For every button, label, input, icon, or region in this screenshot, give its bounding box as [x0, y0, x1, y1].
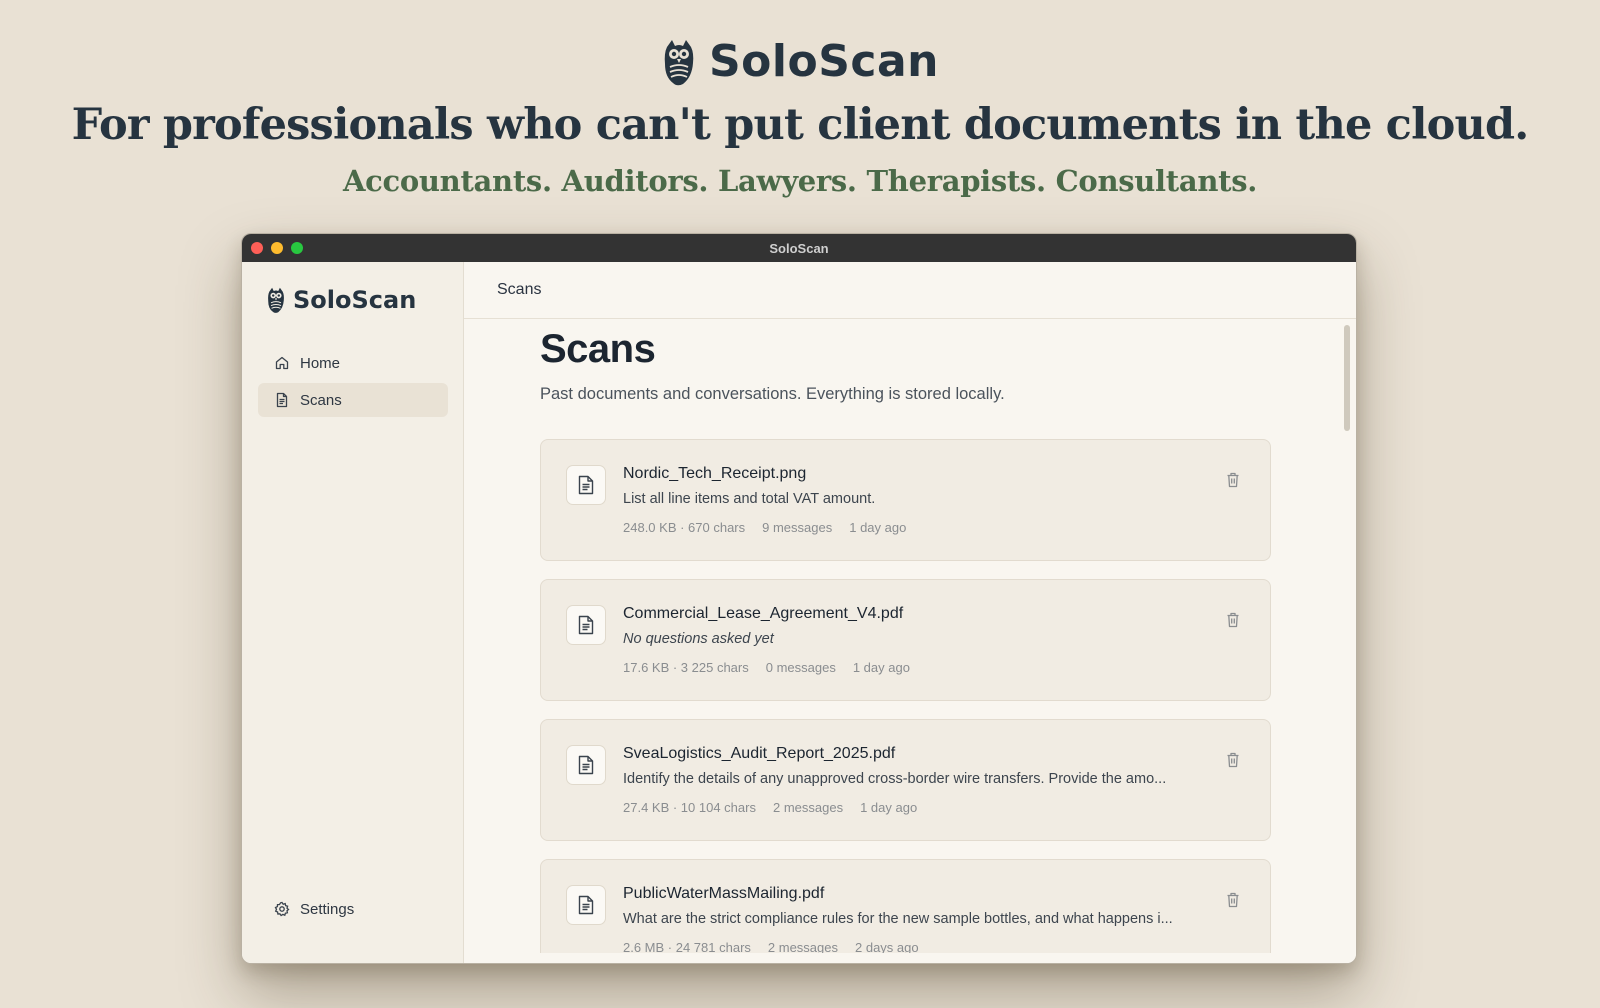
- scan-card[interactable]: SveaLogistics_Audit_Report_2025.pdf Iden…: [540, 719, 1271, 841]
- sidebar-item-scans[interactable]: Scans: [258, 383, 448, 417]
- scan-meta: 17.6 KB · 3 225 chars 0 messages 1 day a…: [623, 660, 910, 675]
- trash-icon[interactable]: [1226, 612, 1240, 628]
- scan-size: 248.0 KB · 670 chars: [623, 520, 746, 535]
- gear-icon: [274, 901, 290, 917]
- scan-age: 2 days ago: [855, 940, 919, 953]
- document-icon: [578, 895, 594, 915]
- scan-meta: 248.0 KB · 670 chars 9 messages 1 day ag…: [623, 520, 906, 535]
- scan-last-question: No questions asked yet: [623, 631, 774, 647]
- scan-size: 17.6 KB · 3 225 chars: [623, 660, 749, 675]
- scan-messages: 9 messages: [762, 520, 833, 535]
- scan-age: 1 day ago: [849, 520, 907, 535]
- hero-subheadline: Accountants. Auditors. Lawyers. Therapis…: [342, 164, 1258, 198]
- page-title: Scans: [540, 327, 656, 371]
- scan-age: 1 day ago: [852, 660, 910, 675]
- trash-icon[interactable]: [1226, 752, 1240, 768]
- scan-file-name[interactable]: Commercial_Lease_Agreement_V4.pdf: [623, 605, 903, 623]
- file-icon-box: [566, 885, 606, 925]
- scan-card[interactable]: Commercial_Lease_Agreement_V4.pdf No que…: [540, 579, 1271, 701]
- trash-icon[interactable]: [1226, 892, 1240, 908]
- scrollbar-thumb[interactable]: [1344, 325, 1350, 431]
- scan-file-name[interactable]: Nordic_Tech_Receipt.png: [623, 465, 806, 483]
- scan-last-question: List all line items and total VAT amount…: [623, 491, 876, 507]
- sidebar-item-home[interactable]: Home: [258, 346, 448, 380]
- sidebar-brand: SoloScan: [266, 286, 416, 314]
- app-window: SoloScan SoloScan Home Scans Settings Sc…: [241, 233, 1357, 964]
- window-titlebar: SoloScan: [242, 234, 1356, 262]
- hero-headline: For professionals who can't put client d…: [71, 100, 1530, 150]
- scan-age: 1 day ago: [860, 800, 918, 815]
- window-title: SoloScan: [769, 240, 829, 256]
- scan-card[interactable]: PublicWaterMassMailing.pdf What are the …: [540, 859, 1271, 953]
- owl-logo-icon: [664, 39, 694, 85]
- file-icon-box: [566, 465, 606, 505]
- scan-card[interactable]: Nordic_Tech_Receipt.png List all line it…: [540, 439, 1271, 561]
- document-icon: [578, 475, 594, 495]
- scan-size: 2.6 MB · 24 781 chars: [623, 940, 751, 953]
- file-icon-box: [566, 745, 606, 785]
- document-icon: [578, 755, 594, 775]
- settings-label: Settings: [300, 900, 355, 918]
- sidebar: SoloScan Home Scans Settings: [242, 262, 464, 963]
- page-description: Past documents and conversations. Everyt…: [540, 385, 1005, 403]
- home-icon: [275, 356, 289, 370]
- scan-file-name[interactable]: SveaLogistics_Audit_Report_2025.pdf: [623, 745, 895, 763]
- scan-file-name[interactable]: PublicWaterMassMailing.pdf: [623, 885, 824, 903]
- sidebar-item-settings[interactable]: Settings: [258, 892, 448, 926]
- scan-last-question: Identify the details of any unapproved c…: [623, 771, 1167, 787]
- file-icon-box: [566, 605, 606, 645]
- hero-brand-name: SoloScan: [708, 36, 939, 87]
- scan-messages: 0 messages: [765, 660, 836, 675]
- scan-meta: 2.6 MB · 24 781 chars 2 messages 2 days …: [623, 940, 919, 953]
- hero-brand: SoloScan: [0, 36, 1600, 87]
- sidebar-item-label: Home: [300, 354, 341, 372]
- sidebar-item-label: Scans: [300, 391, 342, 409]
- trash-icon[interactable]: [1226, 472, 1240, 488]
- main-header: Scans: [464, 262, 1356, 319]
- scan-meta: 27.4 KB · 10 104 chars 2 messages 1 day …: [623, 800, 917, 815]
- sidebar-brand-name: SoloScan: [293, 286, 417, 314]
- owl-logo-icon: [268, 287, 284, 313]
- scans-scroll-area[interactable]: Scans Past documents and conversations. …: [464, 319, 1356, 953]
- scan-size: 27.4 KB · 10 104 chars: [623, 800, 756, 815]
- scan-messages: 2 messages: [772, 800, 844, 815]
- document-icon: [578, 615, 594, 635]
- scan-messages: 2 messages: [767, 940, 838, 953]
- main-content: Scans Scans Past documents and conversat…: [464, 262, 1356, 963]
- document-icon: [276, 392, 288, 408]
- scan-last-question: What are the strict compliance rules for…: [623, 911, 1173, 927]
- header-title: Scans: [497, 281, 542, 298]
